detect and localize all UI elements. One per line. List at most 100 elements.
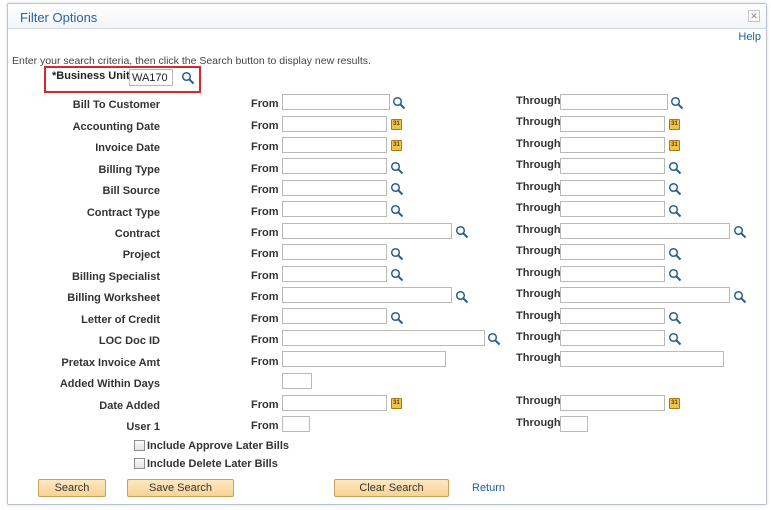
bill-source-through-lookup-icon[interactable] xyxy=(668,182,682,196)
accounting-date-from-input[interactable] xyxy=(282,116,387,132)
contract-through-input[interactable] xyxy=(560,223,730,239)
bill-to-customer-label: Bill To Customer xyxy=(72,99,160,111)
billing-type-from-lookup-icon[interactable] xyxy=(390,161,404,175)
invoice-date-from-input[interactable] xyxy=(282,137,387,153)
contract-type-through-input[interactable] xyxy=(560,201,665,217)
date-added-through-label: Through xyxy=(516,395,561,407)
project-from-lookup-icon[interactable] xyxy=(390,247,404,261)
billing-specialist-from-lookup-icon[interactable] xyxy=(390,268,404,282)
bill-to-customer-through-lookup-icon[interactable] xyxy=(670,96,684,110)
project-from-label: From xyxy=(251,248,279,260)
date-added-through-input[interactable] xyxy=(560,395,665,411)
date-added-from-label: From xyxy=(251,399,279,411)
business-unit-input[interactable] xyxy=(129,69,173,86)
date-added-label: Date Added xyxy=(99,400,160,412)
help-link[interactable]: Help xyxy=(738,31,761,43)
bill-source-through-label: Through xyxy=(516,181,561,193)
letter-of-credit-from-input[interactable] xyxy=(282,308,387,324)
accounting-date-through-label: Through xyxy=(516,116,561,128)
bill-to-customer-through-input[interactable] xyxy=(560,94,668,110)
billing-specialist-through-lookup-icon[interactable] xyxy=(668,268,682,282)
business-unit-lookup-icon[interactable] xyxy=(181,71,195,85)
bill-to-customer-from-label: From xyxy=(251,98,279,110)
billing-specialist-from-input[interactable] xyxy=(282,266,387,282)
bill-source-through-input[interactable] xyxy=(560,180,665,196)
project-from-input[interactable] xyxy=(282,244,387,260)
save-search-button[interactable]: Save Search xyxy=(127,479,234,497)
billing-worksheet-from-input[interactable] xyxy=(282,287,452,303)
date-added-through-calendar-icon[interactable]: 31 xyxy=(669,398,680,409)
clear-search-button[interactable]: Clear Search xyxy=(334,479,449,497)
contract-type-from-input[interactable] xyxy=(282,201,387,217)
loc-doc-id-through-label: Through xyxy=(516,331,561,343)
billing-type-from-input[interactable] xyxy=(282,158,387,174)
loc-doc-id-from-input[interactable] xyxy=(282,330,485,346)
added-within-days-input[interactable] xyxy=(282,373,312,389)
bill-to-customer-from-input[interactable] xyxy=(282,94,390,110)
loc-doc-id-through-input[interactable] xyxy=(560,330,665,346)
billing-worksheet-from-lookup-icon[interactable] xyxy=(455,290,469,304)
delete-later-label: Include Delete Later Bills xyxy=(147,458,278,470)
contract-from-input[interactable] xyxy=(282,223,452,239)
billing-worksheet-through-input[interactable] xyxy=(560,287,730,303)
contract-type-label: Contract Type xyxy=(86,207,160,219)
bill-source-label: Bill Source xyxy=(102,185,160,197)
date-added-from-input[interactable] xyxy=(282,395,387,411)
billing-worksheet-through-lookup-icon[interactable] xyxy=(733,290,747,304)
return-link[interactable]: Return xyxy=(472,482,505,494)
close-icon[interactable]: ✕ xyxy=(748,10,760,22)
billing-type-through-lookup-icon[interactable] xyxy=(668,161,682,175)
contract-from-label: From xyxy=(251,227,279,239)
contract-type-through-lookup-icon[interactable] xyxy=(668,204,682,218)
project-through-input[interactable] xyxy=(560,244,665,260)
contract-through-lookup-icon[interactable] xyxy=(733,225,747,239)
pretax-invoice-amt-through-input[interactable] xyxy=(560,351,724,367)
added-within-days-label: Added Within Days xyxy=(59,378,160,390)
contract-through-label: Through xyxy=(516,224,561,236)
billing-type-through-input[interactable] xyxy=(560,158,665,174)
letter-of-credit-from-label: From xyxy=(251,313,279,325)
letter-of-credit-label: Letter of Credit xyxy=(81,314,160,326)
pretax-invoice-amt-through-label: Through xyxy=(516,352,561,364)
search-button[interactable]: Search xyxy=(38,479,106,497)
user1-from-input[interactable] xyxy=(282,416,310,432)
user1-label: User 1 xyxy=(126,421,160,433)
accounting-date-through-calendar-icon[interactable]: 31 xyxy=(669,119,680,130)
pretax-invoice-amt-from-label: From xyxy=(251,356,279,368)
bill-to-customer-from-lookup-icon[interactable] xyxy=(392,96,406,110)
billing-specialist-through-input[interactable] xyxy=(560,266,665,282)
billing-specialist-through-label: Through xyxy=(516,267,561,279)
invoice-date-from-calendar-icon[interactable]: 31 xyxy=(391,140,402,151)
billing-type-label: Billing Type xyxy=(98,164,160,176)
letter-of-credit-through-lookup-icon[interactable] xyxy=(668,311,682,325)
invoice-date-through-calendar-icon[interactable]: 31 xyxy=(669,140,680,151)
project-label: Project xyxy=(122,249,160,261)
accounting-date-from-calendar-icon[interactable]: 31 xyxy=(391,119,402,130)
accounting-date-through-input[interactable] xyxy=(560,116,665,132)
delete-later-checkbox[interactable] xyxy=(134,458,145,469)
approve-later-checkbox[interactable] xyxy=(134,440,145,451)
loc-doc-id-from-lookup-icon[interactable] xyxy=(487,332,501,346)
loc-doc-id-through-lookup-icon[interactable] xyxy=(668,332,682,346)
date-added-from-calendar-icon[interactable]: 31 xyxy=(391,398,402,409)
invoice-date-from-label: From xyxy=(251,141,279,153)
user1-through-input[interactable] xyxy=(560,416,588,432)
accounting-date-label: Accounting Date xyxy=(72,121,160,133)
contract-from-lookup-icon[interactable] xyxy=(455,225,469,239)
bill-source-from-input[interactable] xyxy=(282,180,387,196)
loc-doc-id-from-label: From xyxy=(251,334,279,346)
letter-of-credit-through-label: Through xyxy=(516,310,561,322)
billing-specialist-label: Billing Specialist xyxy=(71,271,160,283)
letter-of-credit-from-lookup-icon[interactable] xyxy=(390,311,404,325)
invoice-date-through-label: Through xyxy=(516,138,561,150)
invoice-date-through-input[interactable] xyxy=(560,137,665,153)
invoice-date-label: Invoice Date xyxy=(95,142,160,154)
user1-through-label: Through xyxy=(516,417,561,429)
contract-type-from-lookup-icon[interactable] xyxy=(390,204,404,218)
project-through-lookup-icon[interactable] xyxy=(668,247,682,261)
dialog-titlebar: Filter Options ✕ xyxy=(8,4,766,29)
pretax-invoice-amt-from-input[interactable] xyxy=(282,351,446,367)
bill-source-from-lookup-icon[interactable] xyxy=(390,182,404,196)
approve-later-label: Include Approve Later Bills xyxy=(147,440,290,452)
letter-of-credit-through-input[interactable] xyxy=(560,308,665,324)
